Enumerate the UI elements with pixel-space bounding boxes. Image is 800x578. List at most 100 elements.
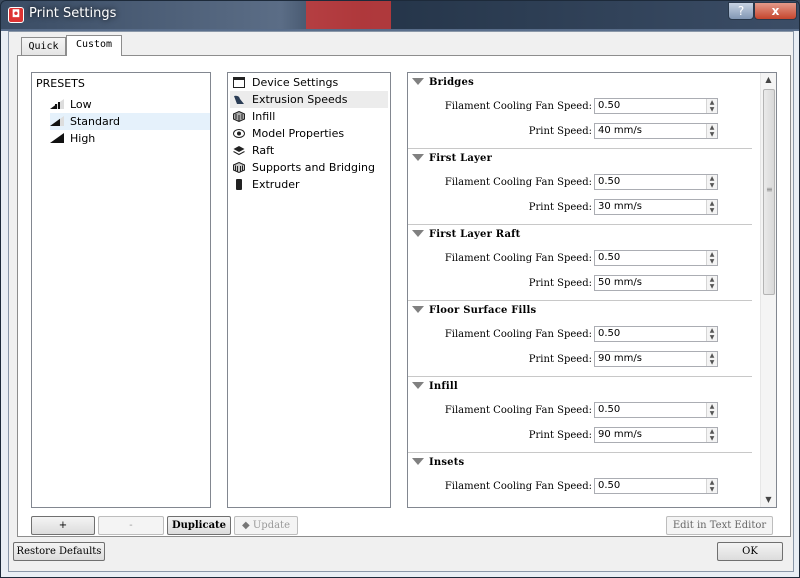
collapse-triangle-icon bbox=[412, 230, 424, 237]
ok-button[interactable]: OK bbox=[717, 542, 783, 561]
section-header[interactable]: Insets bbox=[412, 457, 464, 468]
collapse-triangle-icon bbox=[412, 78, 424, 85]
category-label: Extrusion Speeds bbox=[252, 93, 348, 106]
print-settings-window: ◘ Print Settings ? x Quick Custom PRESET… bbox=[0, 0, 800, 578]
spinner-arrows-icon[interactable]: ▲ ▼ bbox=[706, 479, 717, 493]
spinner-arrows-icon[interactable]: ▲ ▼ bbox=[706, 276, 717, 290]
update-preset-button[interactable]: ◆ Update bbox=[234, 516, 298, 535]
preset-item-low[interactable]: Low bbox=[50, 96, 210, 113]
field-value: 40 mm/s bbox=[598, 125, 642, 136]
section-title: First Layer bbox=[429, 153, 493, 164]
grip-icon: ≡ bbox=[766, 185, 773, 194]
presets-header: PRESETS bbox=[36, 77, 85, 90]
section-header[interactable]: First Layer Raft bbox=[412, 229, 520, 240]
remove-preset-button[interactable]: - bbox=[98, 516, 164, 535]
spinner-arrows-icon[interactable]: ▲ ▼ bbox=[706, 327, 717, 341]
preset-item-standard[interactable]: Standard bbox=[50, 113, 210, 130]
field-value: 0.50 bbox=[598, 100, 621, 111]
category-model-properties[interactable]: Model Properties bbox=[230, 125, 388, 142]
presets-list: PRESETS Low Standard High bbox=[31, 72, 211, 508]
field-value: 90 mm/s bbox=[598, 429, 642, 440]
field-value: 0.50 bbox=[598, 404, 621, 415]
update-icon: ◆ bbox=[241, 520, 253, 531]
preset-item-high[interactable]: High bbox=[50, 130, 210, 147]
section-first-layer-raft: First Layer Raft Filament Cooling Fan Sp… bbox=[408, 225, 752, 301]
spinner-arrows-icon[interactable]: ▲ ▼ bbox=[706, 99, 717, 113]
spinner-arrows-icon[interactable]: ▲ ▼ bbox=[706, 251, 717, 265]
preset-label: Standard bbox=[70, 115, 121, 128]
app-icon: ◘ bbox=[8, 7, 24, 23]
fan-speed-input[interactable]: 0.50 ▲ ▼ bbox=[594, 174, 718, 190]
field-label: Filament Cooling Fan Speed: bbox=[444, 101, 592, 112]
tab-custom[interactable]: Custom bbox=[66, 35, 122, 56]
spinner-arrows-icon[interactable]: ▲ ▼ bbox=[706, 175, 717, 189]
settings-category-list: Device Settings Extrusion Speeds Infill … bbox=[227, 72, 391, 508]
print-speed-input[interactable]: 30 mm/s ▲ ▼ bbox=[594, 199, 718, 215]
spinner-arrows-icon[interactable]: ▲ ▼ bbox=[706, 428, 717, 442]
field-value: 0.50 bbox=[598, 252, 621, 263]
fan-speed-input[interactable]: 0.50 ▲ ▼ bbox=[594, 98, 718, 114]
field-value: 0.50 bbox=[598, 480, 621, 491]
category-device-settings[interactable]: Device Settings bbox=[230, 74, 388, 91]
scroll-up-icon[interactable]: ▲ bbox=[761, 73, 776, 87]
infill-icon bbox=[233, 111, 245, 122]
field-label: Print Speed: bbox=[528, 126, 592, 137]
vertical-scrollbar[interactable]: ▲ ≡ ▼ bbox=[760, 73, 776, 507]
field-label: Filament Cooling Fan Speed: bbox=[444, 253, 592, 264]
edit-in-text-editor-button[interactable]: Edit in Text Editor bbox=[666, 516, 773, 535]
settings-scroll-area[interactable]: Bridges Filament Cooling Fan Speed: 0.50… bbox=[407, 72, 777, 508]
category-label: Extruder bbox=[252, 178, 300, 191]
section-title: Insets bbox=[429, 457, 465, 468]
section-header[interactable]: Infill bbox=[412, 381, 458, 392]
collapse-triangle-icon bbox=[412, 154, 424, 161]
fan-speed-input[interactable]: 0.50 ▲ ▼ bbox=[594, 402, 718, 418]
category-infill[interactable]: Infill bbox=[230, 108, 388, 125]
field-label: Print Speed: bbox=[528, 354, 592, 365]
spinner-arrows-icon[interactable]: ▲ ▼ bbox=[706, 124, 717, 138]
field-label: Print Speed: bbox=[528, 278, 592, 289]
category-raft[interactable]: Raft bbox=[230, 142, 388, 159]
section-title: First Layer Raft bbox=[429, 229, 521, 240]
field-value: 50 mm/s bbox=[598, 277, 642, 288]
scrollbar-thumb[interactable]: ≡ bbox=[763, 89, 775, 295]
section-first-layer: First Layer Filament Cooling Fan Speed: … bbox=[408, 149, 752, 225]
print-speed-input[interactable]: 90 mm/s ▲ ▼ bbox=[594, 427, 718, 443]
print-speed-input[interactable]: 40 mm/s ▲ ▼ bbox=[594, 123, 718, 139]
eye-icon bbox=[233, 129, 245, 138]
update-label: Update bbox=[252, 520, 290, 531]
field-value: 0.50 bbox=[598, 176, 621, 187]
print-speed-input[interactable]: 50 mm/s ▲ ▼ bbox=[594, 275, 718, 291]
grid-icon bbox=[233, 162, 245, 173]
category-extrusion-speeds[interactable]: Extrusion Speeds bbox=[230, 91, 388, 108]
section-header[interactable]: Floor Surface Fills bbox=[412, 305, 536, 316]
preset-label: High bbox=[70, 132, 96, 145]
restore-defaults-button[interactable]: Restore Defaults bbox=[13, 542, 105, 561]
help-button[interactable]: ? bbox=[728, 2, 754, 20]
section-title: Infill bbox=[429, 381, 458, 392]
section-header[interactable]: First Layer bbox=[412, 153, 492, 164]
section-header[interactable]: Bridges bbox=[412, 77, 474, 88]
scroll-down-icon[interactable]: ▼ bbox=[761, 493, 776, 507]
close-button[interactable]: x bbox=[754, 2, 797, 20]
spinner-arrows-icon[interactable]: ▲ ▼ bbox=[706, 403, 717, 417]
title-bar-decoration bbox=[306, 1, 391, 29]
fan-speed-input[interactable]: 0.50 ▲ ▼ bbox=[594, 250, 718, 266]
layers-icon bbox=[233, 146, 245, 156]
collapse-triangle-icon bbox=[412, 306, 424, 313]
duplicate-preset-button[interactable]: Duplicate bbox=[167, 516, 231, 535]
print-speed-input[interactable]: 90 mm/s ▲ ▼ bbox=[594, 351, 718, 367]
field-label: Filament Cooling Fan Speed: bbox=[444, 177, 592, 188]
spinner-arrows-icon[interactable]: ▲ ▼ bbox=[706, 352, 717, 366]
category-extruder[interactable]: Extruder bbox=[230, 176, 388, 193]
category-supports-and-bridging[interactable]: Supports and Bridging bbox=[230, 159, 388, 176]
tab-quick[interactable]: Quick bbox=[21, 37, 66, 56]
spinner-arrows-icon[interactable]: ▲ ▼ bbox=[706, 200, 717, 214]
signal-low-icon bbox=[50, 99, 64, 109]
fan-speed-input[interactable]: 0.50 ▲ ▼ bbox=[594, 478, 718, 494]
signal-medium-icon bbox=[50, 116, 64, 126]
add-preset-button[interactable]: + bbox=[31, 516, 95, 535]
field-label: Filament Cooling Fan Speed: bbox=[444, 405, 592, 416]
field-label: Print Speed: bbox=[528, 202, 592, 213]
title-bar[interactable]: ◘ Print Settings ? x bbox=[1, 1, 799, 29]
fan-speed-input[interactable]: 0.50 ▲ ▼ bbox=[594, 326, 718, 342]
